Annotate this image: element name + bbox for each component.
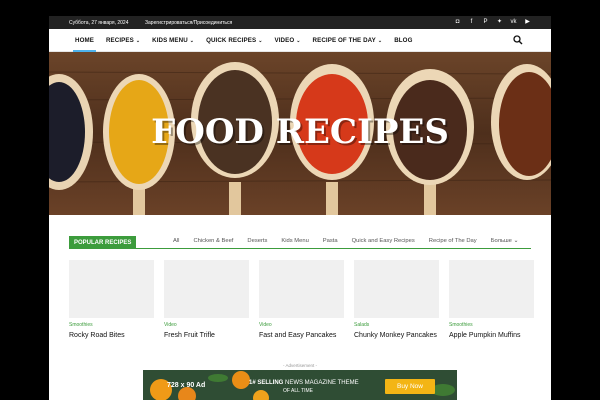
- nav-item-recipe-of-the-day[interactable]: RECIPE OF THE DAY ⌄: [307, 29, 389, 52]
- recipe-title[interactable]: Fast and Easy Pancakes: [259, 332, 344, 339]
- current-date: Суббота, 27 января, 2024: [69, 20, 129, 26]
- chevron-down-icon: ⌄: [189, 38, 195, 44]
- recipe-title[interactable]: Rocky Road Bites: [69, 332, 154, 339]
- ad-banner[interactable]: 728 x 90 Ad 1# SELLING NEWS MAGAZINE THE…: [143, 370, 457, 400]
- recipe-card[interactable]: Smoothies Apple Pumpkin Muffins: [449, 260, 534, 339]
- recipe-thumbnail[interactable]: [259, 260, 344, 318]
- filter-all[interactable]: All: [173, 238, 179, 244]
- recipe-title[interactable]: Chunky Monkey Pancakes: [354, 332, 439, 339]
- filter-recipe-of-the-day[interactable]: Recipe of The Day: [429, 238, 477, 244]
- chevron-down-icon: ⌄: [296, 38, 301, 44]
- recipe-title[interactable]: Fresh Fruit Trifle: [164, 332, 249, 339]
- nav-item-video[interactable]: VIDEO ⌄: [268, 29, 306, 52]
- recipe-category[interactable]: Video: [259, 322, 344, 328]
- social-links: ◘ f P ✦ vk ▶: [454, 18, 531, 26]
- vk-icon[interactable]: vk: [510, 18, 517, 26]
- chevron-down-icon: ⌄: [258, 38, 263, 44]
- nav-item-recipes[interactable]: RECIPES ⌄: [100, 29, 146, 52]
- filter-more-dropdown[interactable]: Больше ⌄: [491, 238, 519, 244]
- content-area: POPULAR RECIPES All Chicken & Beef Deserts…: [49, 215, 551, 400]
- recipe-thumbnail[interactable]: [449, 260, 534, 318]
- recipe-category[interactable]: Salads: [354, 322, 439, 328]
- recipe-title[interactable]: Apple Pumpkin Muffins: [449, 332, 534, 339]
- filter-quick-and-easy-recipes[interactable]: Quick and Easy Recipes: [352, 238, 415, 244]
- hero-title: FOOD RECIPES: [151, 112, 449, 152]
- pinterest-icon[interactable]: P: [482, 18, 489, 26]
- nav-item-quick-recipes[interactable]: QUICK RECIPES ⌄: [200, 29, 268, 52]
- nav-item-blog[interactable]: BLOG: [388, 29, 418, 52]
- twitter-icon[interactable]: ✦: [496, 18, 503, 26]
- youtube-icon[interactable]: ▶: [524, 18, 531, 26]
- top-bar: Суббота, 27 января, 2024 Зарегистрироват…: [49, 16, 551, 29]
- recipe-card[interactable]: Smoothies Rocky Road Bites: [69, 260, 154, 339]
- main-nav: HOME RECIPES ⌄ KIDS MENU ⌄ QUICK RECIPES ⌄ VIDE…: [49, 29, 551, 52]
- filter-pasta[interactable]: Pasta: [323, 238, 338, 244]
- chevron-down-icon: ⌄: [377, 38, 383, 44]
- ad-headline: 1# SELLING NEWS MAGAZINE THEME: [249, 380, 359, 386]
- block-divider: [69, 248, 531, 249]
- recipe-category[interactable]: Video: [164, 322, 249, 328]
- ad-size-text: 728 x 90 Ad: [167, 382, 206, 389]
- recipe-thumbnail[interactable]: [354, 260, 439, 318]
- filter-kids-menu[interactable]: Kids Menu: [281, 238, 308, 244]
- nav-item-kids-menu[interactable]: KIDS MENU ⌄: [146, 29, 200, 52]
- advertisement-label: - Advertisement -: [282, 363, 317, 368]
- recipe-card[interactable]: Video Fresh Fruit Trifle: [164, 260, 249, 339]
- recipe-category[interactable]: Smoothies: [449, 322, 534, 328]
- instagram-icon[interactable]: ◘: [454, 18, 461, 26]
- page: Суббота, 27 января, 2024 Зарегистрироват…: [0, 0, 600, 400]
- ad-subline: OF ALL TIME: [283, 388, 314, 394]
- recipe-card[interactable]: Video Fast and Easy Pancakes: [259, 260, 344, 339]
- nav-item-home[interactable]: HOME: [69, 29, 100, 52]
- facebook-icon[interactable]: f: [468, 18, 475, 26]
- hero-banner: FOOD RECIPES: [49, 52, 551, 215]
- search-icon[interactable]: [513, 35, 523, 45]
- recipe-thumbnail[interactable]: [164, 260, 249, 318]
- recipe-card[interactable]: Salads Chunky Monkey Pancakes: [354, 260, 439, 339]
- recipe-cards: Smoothies Rocky Road Bites Video Fresh Frui…: [69, 260, 534, 339]
- recipe-category[interactable]: Smoothies: [69, 322, 154, 328]
- chevron-down-icon: ⌄: [511, 238, 519, 244]
- filter-deserts[interactable]: Deserts: [247, 238, 267, 244]
- filter-chicken-beef[interactable]: Chicken & Beef: [193, 238, 233, 244]
- chevron-down-icon: ⌄: [135, 38, 141, 44]
- login-link[interactable]: Зарегистрироваться/Присоединиться: [145, 20, 232, 26]
- recipe-thumbnail[interactable]: [69, 260, 154, 318]
- category-filters: All Chicken & Beef Deserts Kids Menu Pasta Qu…: [173, 238, 518, 244]
- nav-menu: HOME RECIPES ⌄ KIDS MENU ⌄ QUICK RECIPES ⌄ VIDE…: [69, 29, 418, 52]
- buy-now-button[interactable]: Buy Now: [385, 379, 435, 394]
